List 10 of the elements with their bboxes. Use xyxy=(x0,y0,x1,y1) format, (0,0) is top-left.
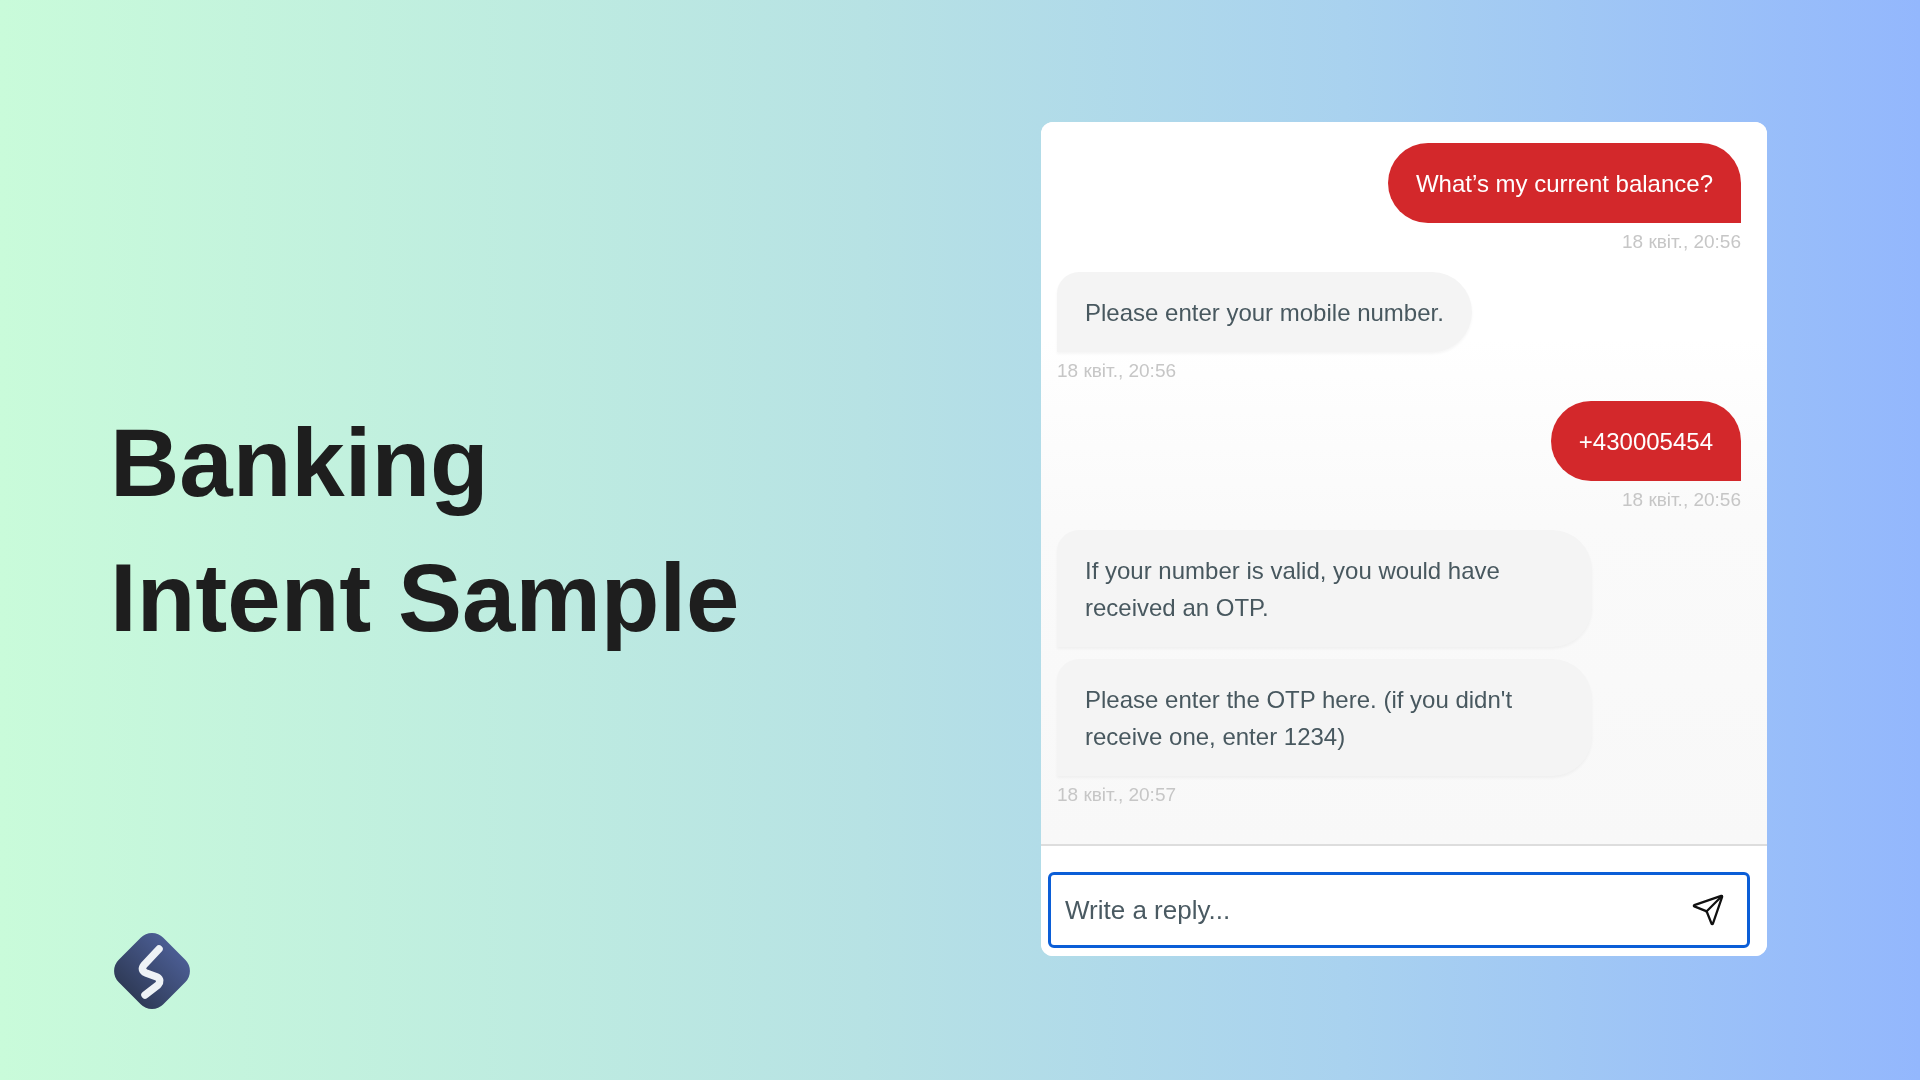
send-icon[interactable] xyxy=(1691,893,1725,927)
user-message: +430005454 xyxy=(1550,401,1741,481)
reply-field[interactable]: Write a reply... xyxy=(1048,872,1750,948)
bot-message: Please enter the OTP here. (if you didn't receive one, enter 1234) xyxy=(1057,659,1592,776)
bot-message: Please enter your mobile number. xyxy=(1057,272,1472,352)
message-time: 18 квіт., 20:56 xyxy=(1621,231,1741,253)
bot-message: If your number is valid, you would have received an OTP. xyxy=(1057,530,1592,647)
message-time: 18 квіт., 20:56 xyxy=(1057,360,1177,382)
user-message: What’s my current balance? xyxy=(1387,143,1741,223)
page-title: Banking Intent Sample xyxy=(110,408,741,653)
